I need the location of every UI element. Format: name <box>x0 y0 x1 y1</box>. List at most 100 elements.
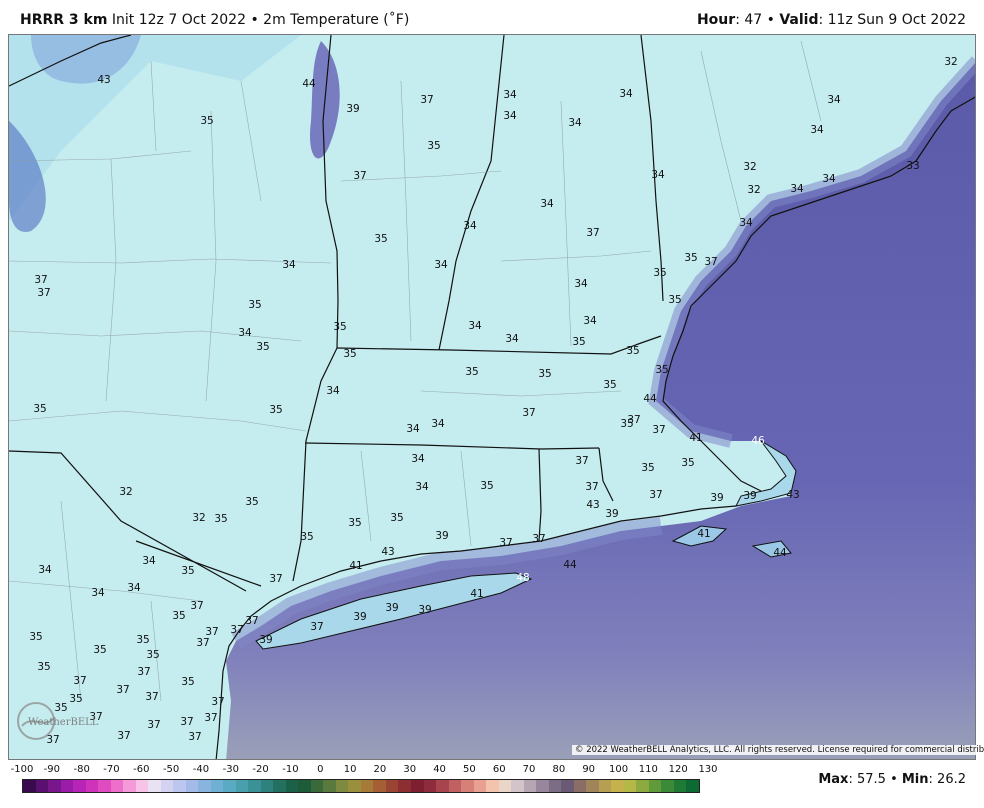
colorbar-tick-label: -80 <box>73 764 90 775</box>
temperature-label: 32 <box>747 184 760 196</box>
temperature-label: 34 <box>827 94 841 106</box>
temperature-label: 34 <box>739 217 753 229</box>
temperature-label: 34 <box>790 183 804 195</box>
colorbar-swatch <box>348 780 361 792</box>
colorbar-swatch <box>110 780 124 792</box>
temperature-label: 35 <box>390 512 403 524</box>
temperature-label: 39 <box>710 492 723 504</box>
temperature-label: 37 <box>188 731 201 743</box>
temperature-label: 34 <box>651 169 665 181</box>
colorbar-tick-label: 0 <box>317 764 324 775</box>
temperature-map[interactable]: 43 44 39 37 34 34 32 34 35 34 34 34 35 37 34 32 32 34 34 33… <box>8 34 976 760</box>
colorbar-swatch <box>235 780 249 792</box>
temperature-label: 33 <box>906 160 919 172</box>
temperature-label: 35 <box>245 496 258 508</box>
colorbar-swatch <box>598 780 612 792</box>
model-title: HRRR 3 km Init 12z 7 Oct 2022 • 2m Tempe… <box>20 12 409 28</box>
temperature-label: 39 <box>418 604 431 616</box>
colorbar-tick-label: -40 <box>192 764 210 775</box>
colorbar-tick-label: 90 <box>582 764 596 775</box>
temperature-label: 37 <box>353 170 366 182</box>
temperature-label: 37 <box>137 666 150 678</box>
temperature-label: 46 <box>751 435 765 447</box>
temperature-label: 35 <box>626 345 639 357</box>
colorbar-swatch <box>623 780 637 792</box>
temperature-label: 35 <box>181 565 194 577</box>
temperature-label: 34 <box>463 220 477 232</box>
colorbar-tick-label: 20 <box>373 764 387 775</box>
colorbar-swatch <box>498 780 512 792</box>
temperature-label: 35 <box>620 418 633 430</box>
separator: • <box>250 12 259 28</box>
model-name: HRRR 3 km <box>20 12 108 28</box>
colorbar-swatch <box>198 780 211 792</box>
colorbar-tick-label: -60 <box>133 764 150 775</box>
temperature-label: 35 <box>427 140 440 152</box>
temperature-label: 37 <box>37 287 50 299</box>
temperature-label: 34 <box>568 117 582 129</box>
temperature-label: 32 <box>743 161 756 173</box>
temperature-label: 34 <box>127 582 141 594</box>
temperature-label: 35 <box>480 480 493 492</box>
temperature-label: 37 <box>269 573 282 585</box>
colorbar-swatch <box>561 780 574 792</box>
temperature-label: 43 <box>97 74 110 86</box>
temperature-label: 37 <box>310 621 323 633</box>
temperature-label: 34 <box>619 88 633 100</box>
temperature-label: 32 <box>192 512 205 524</box>
temperature-label: 41 <box>689 432 702 444</box>
colorbar-swatch <box>323 780 336 792</box>
map-header: HRRR 3 km Init 12z 7 Oct 2022 • 2m Tempe… <box>0 0 984 34</box>
colorbar-swatch <box>548 780 562 792</box>
colorbar-swatch <box>436 780 449 792</box>
temperature-label: 37 <box>116 684 129 696</box>
colorbar-swatch <box>160 780 174 792</box>
temperature-label: 43 <box>381 546 394 558</box>
temperature-label: 43 <box>786 489 799 501</box>
temperature-label: 48 <box>516 572 529 584</box>
colorbar-swatch <box>523 780 537 792</box>
temperature-label: 35 <box>172 610 185 622</box>
colorbar-swatch <box>48 780 61 792</box>
temperature-colorbar <box>22 779 700 793</box>
colorbar-swatch <box>473 780 487 792</box>
weatherbell-logo: WeatherBELL <box>17 702 99 740</box>
temperature-label: 37 <box>245 615 258 627</box>
init-time: Init 12z 7 Oct 2022 <box>111 12 246 28</box>
field-name: 2m Temperature (˚F) <box>263 12 410 28</box>
colorbar-swatch <box>686 780 699 792</box>
colorbar-swatch <box>223 780 236 792</box>
temperature-label: 35 <box>348 517 361 529</box>
colorbar-swatch <box>536 780 549 792</box>
colorbar-swatch <box>135 780 149 792</box>
temperature-label: 41 <box>349 560 362 572</box>
colorbar-swatch <box>85 780 99 792</box>
temperature-label: 35 <box>374 233 387 245</box>
temperature-label: 37 <box>204 712 217 724</box>
temperature-label: 34 <box>810 124 824 136</box>
colorbar-swatch <box>461 780 474 792</box>
colorbar-tick-label: 60 <box>492 764 506 775</box>
temperature-label: 35 <box>29 631 42 643</box>
colorbar-tick-label: -50 <box>162 764 180 775</box>
separator: • <box>890 772 898 787</box>
min-label: Min <box>901 772 929 787</box>
colorbar-swatch <box>260 780 274 792</box>
temperature-label: 34 <box>38 564 52 576</box>
temperature-label: 35 <box>300 531 313 543</box>
colorbar-swatch <box>273 780 286 792</box>
temperature-label: 39 <box>605 508 618 520</box>
colorbar-swatch <box>636 780 649 792</box>
temperature-label: 35 <box>214 513 227 525</box>
colorbar-swatch <box>410 780 424 792</box>
temperature-label: 34 <box>503 89 517 101</box>
temperature-label: 37 <box>180 716 193 728</box>
colorbar-tick-label: 50 <box>463 764 476 775</box>
temperature-label: 37 <box>73 675 86 687</box>
colorbar-tick-label: -10 <box>282 764 299 775</box>
colorbar-swatch <box>586 780 599 792</box>
temperature-label: 37 <box>211 696 224 708</box>
temperature-label: 34 <box>540 198 554 210</box>
colorbar-ticks: -100 -90 -80 -70 -60 -50 -40 -30 -20 -10 0 10 20 30 40… <box>10 764 720 778</box>
temperature-label: 44 <box>302 78 316 90</box>
